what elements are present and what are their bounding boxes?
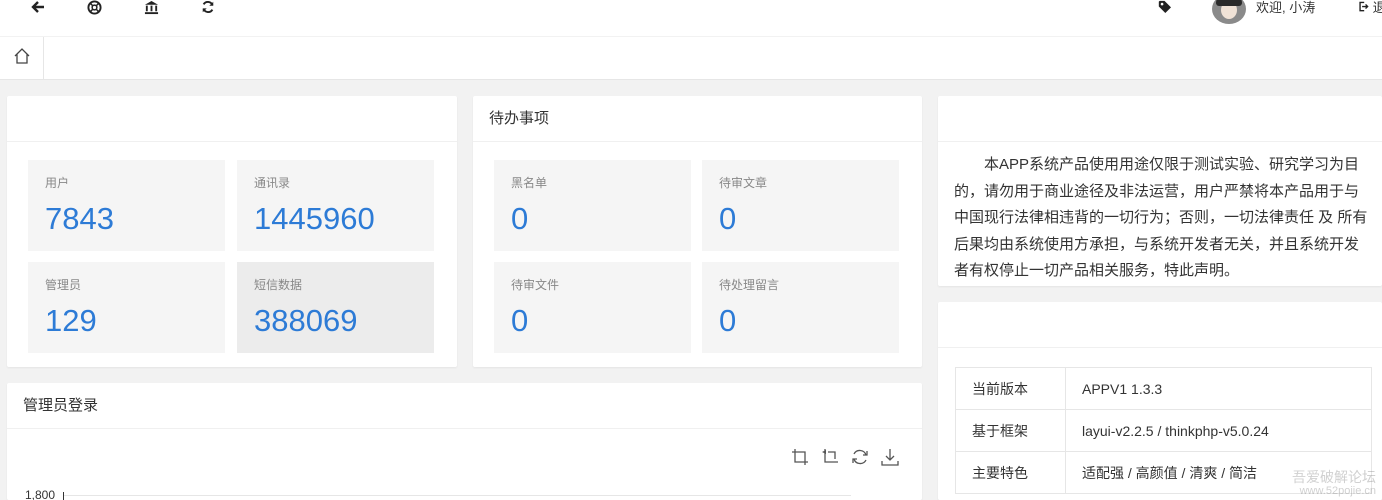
stat-value: 388069 <box>254 303 358 338</box>
framework-key: 基于框架 <box>955 409 1066 452</box>
stat-tile-admins[interactable]: 管理员 129 <box>28 262 225 353</box>
stat-label: 短信数据 <box>254 278 303 292</box>
stat-value: 7843 <box>45 201 114 236</box>
bank-icon[interactable] <box>141 0 161 16</box>
admin-login-title: 管理员登录 <box>7 383 922 429</box>
framework-value: layui-v2.2.5 / thinkphp-v5.0.24 <box>1065 409 1372 452</box>
tab-bar <box>0 37 1382 80</box>
version-card-header <box>938 302 1382 348</box>
top-bar: 欢迎, 小涛 退 <box>0 0 1382 36</box>
todo-card: 待办事项 黑名单 0 待审文章 0 待审文件 0 待处理留言 0 <box>473 96 922 367</box>
watermark-line1: 吾爱破解论坛 <box>1292 469 1376 485</box>
todo-tile-pending-files[interactable]: 待审文件 0 <box>494 262 691 353</box>
stat-label: 待审文件 <box>511 278 560 292</box>
todo-card-title: 待办事项 <box>473 96 922 142</box>
stat-value: 0 <box>719 201 737 236</box>
tab-home[interactable] <box>0 37 44 80</box>
y-axis-tick-label: 1,800 <box>25 488 56 500</box>
stat-tile-users[interactable]: 用户 7843 <box>28 160 225 251</box>
table-row: 基于框架 layui-v2.2.5 / thinkphp-v5.0.24 <box>955 409 1372 452</box>
download-icon[interactable] <box>880 447 900 472</box>
refresh-icon[interactable] <box>198 0 218 16</box>
todo-tile-pending-messages[interactable]: 待处理留言 0 <box>702 262 899 353</box>
stat-label: 黑名单 <box>511 176 548 190</box>
y-axis-line <box>63 492 64 500</box>
table-row: 当前版本 APPV1 1.3.3 <box>955 367 1372 410</box>
home-icon <box>13 47 31 70</box>
notice-card: 本APP系统产品使用用途仅限于测试实验、研究学习为目的，请勿用于商业途径及非法运… <box>938 96 1382 286</box>
notice-card-header <box>938 96 1382 142</box>
watermark: 吾爱破解论坛 www.52pojie.cn <box>1292 470 1376 498</box>
version-value: APPV1 1.3.3 <box>1065 367 1372 410</box>
stat-value: 0 <box>511 201 529 236</box>
admin-login-card: 管理员登录 1,800 <box>7 383 922 500</box>
zoom-icon[interactable] <box>790 447 810 472</box>
stat-value: 0 <box>511 303 529 338</box>
restore-icon[interactable] <box>850 447 870 472</box>
disclaimer-text: 本APP系统产品使用用途仅限于测试实验、研究学习为目的，请勿用于商业途径及非法运… <box>954 156 1368 279</box>
stat-label: 待处理留言 <box>719 278 780 292</box>
zoom-reset-icon[interactable] <box>820 447 840 472</box>
logout-button[interactable]: 退 <box>1358 0 1382 20</box>
version-key: 当前版本 <box>955 367 1066 410</box>
stats-card: 用户 7843 通讯录 1445960 管理员 129 短信数据 388069 <box>7 96 457 367</box>
welcome-text[interactable]: 欢迎, 小涛 <box>1256 0 1315 20</box>
chart-toolbox <box>790 447 900 472</box>
todo-tile-blacklist[interactable]: 黑名单 0 <box>494 160 691 251</box>
watermark-line2: www.52pojie.cn <box>1299 485 1376 497</box>
grid-line <box>63 495 851 496</box>
logout-label: 退 <box>1372 0 1382 15</box>
todo-tile-pending-articles[interactable]: 待审文章 0 <box>702 160 899 251</box>
tag-icon[interactable] <box>1154 0 1174 16</box>
stat-label: 用户 <box>45 176 70 190</box>
avatar[interactable] <box>1212 0 1246 24</box>
stat-tile-contacts[interactable]: 通讯录 1445960 <box>237 160 434 251</box>
stat-label: 待审文章 <box>719 176 768 190</box>
features-key: 主要特色 <box>955 451 1066 494</box>
stats-card-header <box>7 96 457 142</box>
logout-icon <box>1358 0 1373 15</box>
stat-label: 管理员 <box>45 278 82 292</box>
stat-value: 1445960 <box>254 201 375 236</box>
lifebuoy-icon[interactable] <box>84 0 104 16</box>
stat-tile-sms[interactable]: 短信数据 388069 <box>237 262 434 353</box>
stat-value: 129 <box>45 303 97 338</box>
stat-value: 0 <box>719 303 737 338</box>
stat-label: 通讯录 <box>254 176 291 190</box>
arrow-left-icon[interactable] <box>28 0 48 16</box>
